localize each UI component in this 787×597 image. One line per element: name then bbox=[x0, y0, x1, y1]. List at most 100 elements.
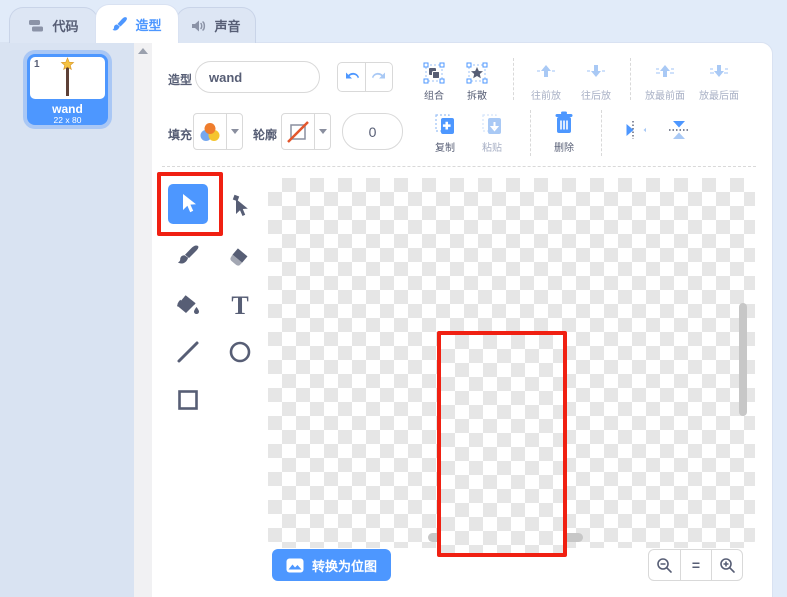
outline-dropdown-button[interactable] bbox=[314, 114, 330, 149]
zoom-out-button[interactable] bbox=[649, 550, 680, 580]
tab-code-label: 代码 bbox=[52, 19, 79, 34]
code-blocks-icon bbox=[29, 19, 44, 31]
fill-tool-button[interactable] bbox=[168, 286, 208, 326]
convert-to-bitmap-label: 转换为位图 bbox=[312, 558, 378, 574]
costume-list-panel bbox=[0, 42, 134, 597]
speaker-icon bbox=[192, 20, 206, 31]
paste-label: 粘贴 bbox=[482, 143, 502, 154]
arrow-to-back-icon bbox=[710, 65, 728, 77]
chevron-down-icon bbox=[230, 129, 239, 134]
redo-icon bbox=[372, 72, 385, 79]
bitmap-image-icon bbox=[286, 558, 304, 572]
zoom-reset-button[interactable]: = bbox=[680, 550, 711, 580]
line-icon bbox=[177, 341, 199, 363]
zoom-reset-label: = bbox=[691, 557, 701, 573]
bring-to-front-button[interactable]: 放最前面 bbox=[638, 62, 692, 102]
brush-icon bbox=[112, 17, 128, 31]
line-tool-button[interactable] bbox=[168, 332, 208, 372]
scroll-up-icon[interactable] bbox=[138, 48, 148, 54]
fill-color-swatch[interactable] bbox=[194, 114, 226, 149]
outline-color-swatch[interactable] bbox=[282, 114, 314, 149]
send-backward-button[interactable]: 往后放 bbox=[574, 62, 618, 102]
rectangle-tool-button[interactable] bbox=[168, 380, 208, 420]
redo-button[interactable] bbox=[365, 63, 392, 91]
tab-sounds-label: 声音 bbox=[214, 19, 241, 34]
costume-thumbnail: 1 bbox=[30, 57, 105, 99]
bring-forward-button[interactable]: 往前放 bbox=[524, 62, 568, 102]
outline-label: 轮廓 bbox=[253, 128, 278, 142]
zoom-out-icon bbox=[657, 557, 672, 573]
undo-icon bbox=[345, 72, 359, 79]
toolbar-divider bbox=[601, 110, 602, 156]
tab-costumes-label: 造型 bbox=[135, 17, 162, 33]
zoom-controls: = bbox=[648, 549, 743, 581]
send-to-back-label: 放最后面 bbox=[699, 91, 739, 102]
rectangle-icon bbox=[178, 390, 198, 410]
toolbar-divider bbox=[630, 58, 631, 100]
bring-to-front-label: 放最前面 bbox=[645, 91, 685, 102]
paste-button[interactable]: 粘贴 bbox=[470, 112, 514, 154]
tab-code[interactable]: 代码 bbox=[9, 7, 98, 43]
group-label: 组合 bbox=[424, 91, 444, 102]
costume-name: wand bbox=[52, 102, 83, 116]
costume-name-input[interactable] bbox=[195, 61, 320, 93]
fill-dropdown-button[interactable] bbox=[226, 114, 242, 149]
group-icon bbox=[423, 62, 445, 84]
flip-vertical-button[interactable] bbox=[657, 118, 701, 142]
fill-label: 填充 bbox=[168, 128, 193, 142]
no-outline-icon bbox=[287, 120, 309, 143]
arrow-to-front-icon bbox=[656, 65, 674, 77]
text-tool-icon: T bbox=[231, 291, 249, 320]
paste-icon bbox=[482, 114, 501, 134]
undo-redo-group bbox=[337, 62, 393, 92]
reshape-icon bbox=[232, 194, 248, 216]
annotation-box-selection bbox=[437, 331, 567, 557]
send-to-back-button[interactable]: 放最后面 bbox=[692, 62, 746, 102]
paint-bucket-icon bbox=[177, 295, 199, 314]
zoom-in-button[interactable] bbox=[711, 550, 742, 580]
bring-forward-label: 往前放 bbox=[531, 91, 561, 102]
toolbar-divider bbox=[530, 110, 531, 156]
delete-label: 删除 bbox=[554, 143, 574, 154]
toolbar-separator bbox=[162, 166, 756, 167]
tab-sounds[interactable]: 声音 bbox=[176, 7, 256, 43]
costume-list-scrollbar[interactable] bbox=[134, 42, 152, 597]
arrow-down-icon bbox=[587, 65, 605, 77]
circle-icon bbox=[229, 341, 251, 363]
copy-icon bbox=[435, 114, 454, 134]
eraser-tool-button[interactable] bbox=[220, 236, 260, 276]
costume-name-label: 造型 bbox=[168, 73, 193, 87]
costume-size: 22 x 80 bbox=[53, 115, 82, 125]
flip-horizontal-icon bbox=[626, 121, 646, 139]
ungroup-label: 拆散 bbox=[467, 91, 487, 102]
eraser-icon bbox=[230, 248, 248, 266]
reshape-tool-button[interactable] bbox=[220, 186, 260, 226]
tab-costumes[interactable]: 造型 bbox=[95, 4, 179, 43]
group-button[interactable]: 组合 bbox=[412, 62, 456, 102]
copy-button[interactable]: 复制 bbox=[423, 112, 467, 154]
brush-icon bbox=[178, 245, 199, 264]
wand-thumbnail-image bbox=[60, 57, 75, 96]
text-tool-button[interactable]: T bbox=[220, 286, 260, 326]
circle-tool-button[interactable] bbox=[220, 332, 260, 372]
flip-horizontal-button[interactable] bbox=[611, 118, 655, 142]
costume-item-wand[interactable]: 1 wand 22 x 80 bbox=[27, 54, 108, 125]
convert-to-bitmap-button[interactable]: 转换为位图 bbox=[272, 549, 392, 581]
trash-icon bbox=[555, 111, 573, 133]
chevron-down-icon bbox=[318, 129, 327, 134]
undo-button[interactable] bbox=[338, 63, 365, 91]
arrow-up-icon bbox=[537, 65, 555, 77]
delete-button[interactable]: 删除 bbox=[542, 110, 586, 154]
outline-color-picker[interactable] bbox=[281, 113, 331, 150]
send-backward-label: 往后放 bbox=[581, 91, 611, 102]
stroke-width-input[interactable] bbox=[342, 113, 403, 150]
brush-tool-button[interactable] bbox=[168, 236, 208, 276]
zoom-in-icon bbox=[719, 557, 735, 573]
fill-color-picker[interactable] bbox=[193, 113, 243, 150]
ungroup-button[interactable]: 拆散 bbox=[455, 62, 499, 102]
annotation-box-select-tool bbox=[157, 172, 223, 236]
ungroup-icon bbox=[466, 62, 488, 84]
toolbar-divider bbox=[513, 58, 514, 100]
copy-label: 复制 bbox=[435, 143, 455, 154]
color-circles-icon bbox=[200, 122, 220, 141]
